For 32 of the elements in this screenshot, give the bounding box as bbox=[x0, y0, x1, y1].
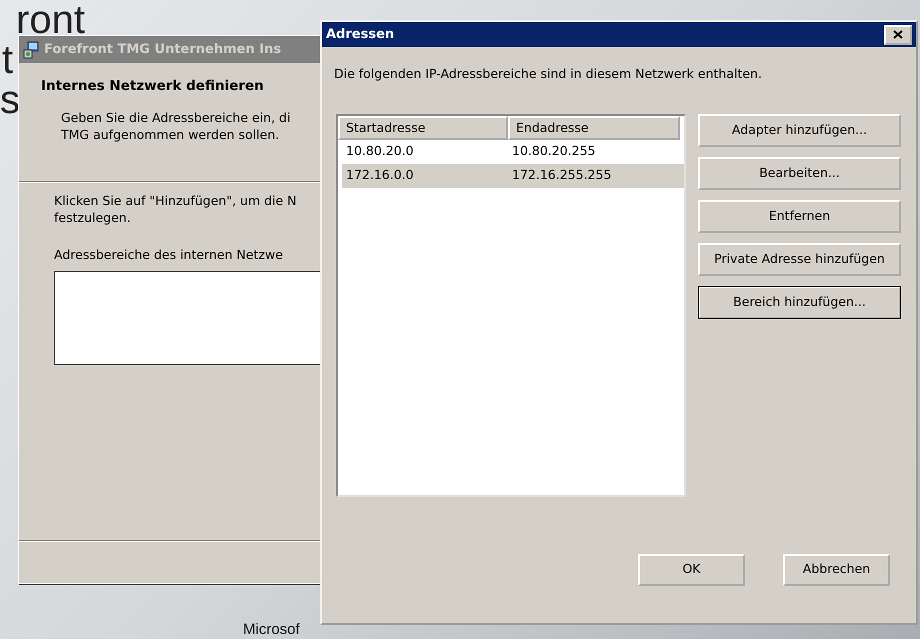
column-header[interactable]: Endadresse bbox=[508, 116, 680, 140]
description-text: Die folgenden IP-Adressbereiche sind in diesem Netzwerk enthalten. bbox=[333, 65, 763, 83]
dialog-button[interactable]: Adapter hinzufügen... bbox=[698, 114, 901, 147]
table-cell-text: 172.16.0.0 bbox=[345, 166, 415, 184]
close-icon bbox=[893, 30, 903, 39]
dialog-button[interactable]: Bearbeiten... bbox=[698, 156, 901, 190]
window-title: Forefront TMG Unternehmen Ins bbox=[44, 40, 282, 59]
address-list[interactable] bbox=[54, 271, 322, 365]
table-row[interactable]: 172.16.0.0 172.16.255.255 bbox=[342, 164, 684, 188]
dialog-button[interactable]: Bereich hinzufügen... bbox=[698, 286, 901, 319]
cancel-button[interactable]: Abbrechen bbox=[783, 554, 890, 586]
ok-button[interactable]: OK bbox=[638, 554, 745, 586]
table-row[interactable]: 10.80.20.0 10.80.20.255 bbox=[342, 140, 684, 164]
background-text: ront bbox=[16, 0, 85, 40]
installer-icon bbox=[22, 40, 40, 58]
list-label: Adressbereiche des internen Netzwe bbox=[54, 246, 284, 263]
dialog-button[interactable]: Entfernen bbox=[698, 200, 901, 233]
page-heading: Internes Netzwerk definieren bbox=[41, 78, 265, 95]
background-text: s bbox=[0, 80, 20, 120]
dialog-button[interactable]: Private Adresse hinzufügen bbox=[698, 242, 901, 276]
table-cell-text: 10.80.20.255 bbox=[511, 142, 596, 160]
table-cell-text: 10.80.20.0 bbox=[345, 142, 415, 160]
subtitle-text: TMG aufgenommen werden sollen. bbox=[60, 126, 280, 143]
instruction-text: Klicken Sie auf "Hinzufügen", um die N bbox=[54, 192, 298, 209]
column-header[interactable]: Startadresse bbox=[338, 116, 508, 140]
instruction-text: festzulegen. bbox=[54, 209, 132, 226]
window-title: Adressen bbox=[326, 26, 394, 44]
subtitle-text: Geben Sie die Adressbereiche ein, di bbox=[60, 109, 292, 126]
close-button[interactable] bbox=[884, 24, 912, 44]
background-text: t bbox=[2, 40, 14, 80]
table-cell-text: 172.16.255.255 bbox=[511, 166, 612, 184]
background-text: Microsof bbox=[243, 621, 300, 638]
